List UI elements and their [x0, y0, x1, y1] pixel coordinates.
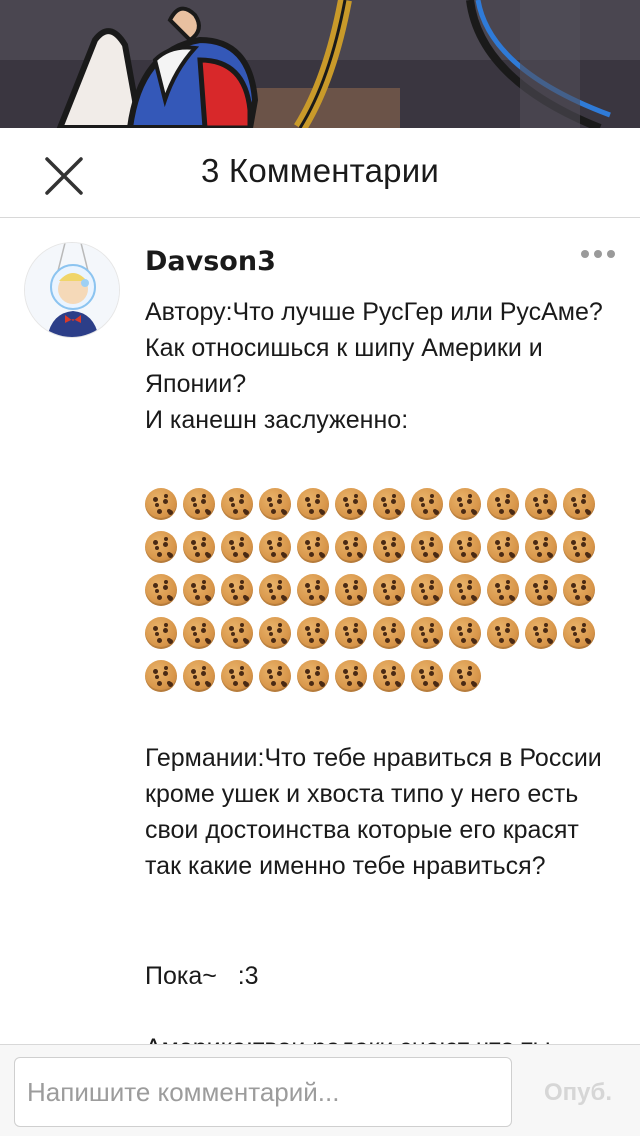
cookie-emoji [145, 488, 177, 520]
cookie-emoji [221, 660, 253, 692]
cookie-emoji [183, 660, 215, 692]
cookie-emoji [563, 617, 595, 649]
comment-item: Davson3 Автору:Что лучше РусГер или РусА… [0, 218, 640, 1044]
comment-text-part2: Германии:Что тебе нравиться в России кро… [145, 744, 609, 880]
cookie-emoji [411, 488, 443, 520]
cookie-emoji [259, 574, 291, 606]
cookie-emoji-list [145, 488, 615, 692]
comment-input[interactable] [14, 1057, 512, 1127]
comments-header: 3 Комментарии [0, 128, 640, 218]
cookie-emoji [335, 531, 367, 563]
cookie-emoji [145, 660, 177, 692]
cookie-emoji [411, 660, 443, 692]
cookie-emoji [487, 617, 519, 649]
cookie-emoji [297, 660, 329, 692]
cookie-emoji [335, 660, 367, 692]
cookie-emoji [259, 531, 291, 563]
cookie-emoji [449, 617, 481, 649]
cookie-emoji [411, 531, 443, 563]
publish-button[interactable]: Опуб. [528, 1071, 628, 1115]
cookie-emoji [221, 617, 253, 649]
cookie-emoji [487, 488, 519, 520]
cookie-emoji [373, 660, 405, 692]
page-title: 3 Комментарии [201, 152, 439, 189]
post-artwork [0, 0, 640, 128]
cookie-emoji [449, 660, 481, 692]
cookie-emoji [411, 574, 443, 606]
more-icon [581, 250, 615, 258]
cookie-emoji [183, 488, 215, 520]
cookie-emoji [373, 531, 405, 563]
comment-text-part3: Пока~ :3 [145, 962, 259, 990]
cookie-emoji [563, 488, 595, 520]
cookie-emoji [335, 574, 367, 606]
cookie-emoji [183, 617, 215, 649]
comment-composer: Опуб. [0, 1044, 640, 1136]
cookie-emoji [373, 488, 405, 520]
cookie-emoji [335, 488, 367, 520]
cookie-emoji [297, 617, 329, 649]
cookie-emoji [373, 574, 405, 606]
cookie-emoji [449, 574, 481, 606]
cookie-emoji [449, 488, 481, 520]
cookie-emoji [297, 488, 329, 520]
cookie-emoji [145, 617, 177, 649]
cookie-emoji [259, 488, 291, 520]
cookie-emoji [297, 531, 329, 563]
cookie-emoji [449, 531, 481, 563]
cookie-emoji [525, 488, 557, 520]
cookie-emoji [183, 574, 215, 606]
cookie-emoji [373, 617, 405, 649]
cookie-emoji [183, 531, 215, 563]
cookie-emoji [563, 574, 595, 606]
cookie-emoji [221, 488, 253, 520]
avatar[interactable] [24, 242, 120, 338]
cookie-emoji [145, 531, 177, 563]
cookie-emoji [411, 617, 443, 649]
cookie-emoji [145, 574, 177, 606]
cookie-emoji [525, 617, 557, 649]
artwork-illustration [0, 0, 640, 128]
cookie-emoji [297, 574, 329, 606]
cookie-emoji [259, 660, 291, 692]
more-options-button[interactable] [574, 240, 622, 268]
cookie-emoji [259, 617, 291, 649]
cookie-emoji [487, 574, 519, 606]
avatar-image [25, 243, 119, 337]
cookie-emoji [525, 531, 557, 563]
cookie-emoji [563, 531, 595, 563]
cookie-emoji [221, 531, 253, 563]
cookie-emoji [335, 617, 367, 649]
cookie-emoji [487, 531, 519, 563]
cookie-emoji [525, 574, 557, 606]
comment-text-part4: Америка:твои радаки знают что ты [145, 1030, 615, 1044]
comment-author[interactable]: Davson3 [145, 246, 276, 277]
cookie-emoji [221, 574, 253, 606]
comment-text-part1: Автору:Что лучше РусГер или РусАме? Как … [145, 298, 603, 434]
